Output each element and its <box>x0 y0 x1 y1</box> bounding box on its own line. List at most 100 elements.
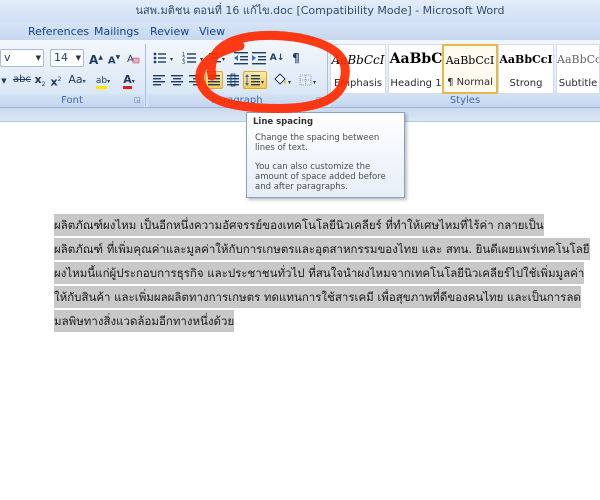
font-dialog-launcher-icon[interactable]: ◲ <box>134 96 142 104</box>
svg-text:▾: ▾ <box>200 56 203 63</box>
borders-button[interactable]: ▾ <box>297 71 321 89</box>
style-normal[interactable]: AaBbCcI ¶ Normal <box>442 44 498 94</box>
line-text: ผลิตภัณฑ์ผงไหม เป็นอีกหนึ่งความอัศจรรย์ข… <box>54 214 544 236</box>
strikethrough-button[interactable]: abc <box>12 71 32 89</box>
word-window: นสพ.มติชน ตอนที่ 16 แก้ไข.doc [Compatibi… <box>0 0 600 500</box>
style-sample: AaBbC <box>389 51 443 67</box>
line-text: ผงไหมนี้แก่ผู้ประกอบการธุรกิจ และประชาชน… <box>54 262 585 284</box>
font-color-button[interactable]: A▾ <box>117 71 141 89</box>
style-emphasis[interactable]: AaBbCcI Emphasis <box>330 44 386 94</box>
style-subtitle[interactable]: AaBbCcI Subtitle <box>556 44 600 94</box>
clear-formatting-icon: A <box>127 54 140 65</box>
style-sample: AaBbCcI <box>331 53 385 67</box>
numbering-icon: 1 2 3 ▾ <box>182 52 203 65</box>
subscript-button[interactable]: x2 <box>33 71 47 89</box>
tab-view[interactable]: View <box>199 24 225 40</box>
svg-text:▾: ▾ <box>261 79 264 86</box>
tooltip-title: Line spacing <box>253 117 314 127</box>
paragraph-line: มลพิษทางสิ่งแวดล้อมอีกทางหนึ่งด้วย <box>54 309 600 333</box>
tooltip-text: Change the spacing between lines of text… <box>255 133 380 153</box>
distributed-button[interactable] <box>224 71 242 89</box>
chevron-down-icon: ▼ <box>1 77 7 85</box>
tab-references[interactable]: References <box>28 24 89 40</box>
change-case-icon: Aa <box>68 73 83 86</box>
clear-formatting-button[interactable]: A <box>124 49 140 67</box>
style-name: Emphasis <box>333 78 383 89</box>
style-sample: AaBbCcI <box>445 54 495 67</box>
justify-icon <box>208 75 220 86</box>
multilevel-list-button[interactable]: ▾ <box>206 49 228 67</box>
style-name: Subtitle <box>558 78 598 89</box>
style-name: Strong <box>509 78 543 89</box>
style-name: Heading 1 <box>390 78 442 89</box>
svg-text:▾: ▾ <box>313 79 316 86</box>
window-title: นสพ.มติชน ตอนที่ 16 แก้ไข.doc [Compatibi… <box>135 4 505 17</box>
borders-icon: ▾ <box>299 74 316 86</box>
increase-indent-button[interactable] <box>250 49 268 67</box>
svg-text:▾: ▾ <box>288 79 291 86</box>
align-left-button[interactable] <box>150 71 168 89</box>
line-text: ให้กับสินค้า และเพิ่มผลผลิตทางการเกษตร ท… <box>54 286 581 308</box>
superscript-button[interactable]: x2 <box>49 71 63 89</box>
grow-font-icon: A <box>89 53 99 67</box>
bullets-icon: ▾ <box>153 52 173 64</box>
paragraph-group-label: Paragraph <box>148 94 326 107</box>
multilevel-list-icon: ▾ <box>209 53 225 63</box>
title-bar: นสพ.มติชน ตอนที่ 16 แก้ไข.doc [Compatibi… <box>0 0 600 22</box>
paragraph-line: ผงไหมนี้แก่ผู้ประกอบการธุรกิจ และประชาชน… <box>54 261 600 285</box>
line-spacing-tooltip: Line spacing Change the spacing between … <box>246 112 405 198</box>
group-separator <box>327 44 328 106</box>
tooltip-text: You can also customize the amount of spa… <box>255 162 386 192</box>
shading-button[interactable]: ▾ <box>271 71 295 89</box>
style-sample: AaBbCcI <box>557 53 599 66</box>
chevron-down-icon[interactable]: ▼ <box>76 50 81 66</box>
change-case-button[interactable]: Aa▾ <box>66 71 88 89</box>
increase-indent-icon <box>252 52 266 65</box>
grow-font-button[interactable]: A▲ <box>88 49 104 67</box>
align-right-icon <box>189 75 201 86</box>
numbering-button[interactable]: 1 2 3 ▾ <box>180 49 208 67</box>
selected-paragraph[interactable]: ผลิตภัณฑ์ผงไหม เป็นอีกหนึ่งความอัศจรรย์ข… <box>54 213 600 333</box>
underline-dropdown[interactable]: ▼ <box>0 71 8 89</box>
tab-review[interactable]: Review <box>150 24 189 40</box>
sort-button[interactable]: A↓ <box>268 49 286 67</box>
align-left-icon <box>153 75 165 86</box>
decrease-indent-button[interactable] <box>232 49 250 67</box>
line-spacing-button[interactable]: ▾ <box>243 71 267 89</box>
svg-text:▾: ▾ <box>222 56 225 63</box>
font-name-combo[interactable]: v ▼ <box>0 49 44 67</box>
text-highlight-button[interactable]: ab▾ <box>92 71 114 89</box>
distributed-icon <box>227 73 239 87</box>
shrink-font-button[interactable]: A▼ <box>106 49 122 67</box>
font-size-combo[interactable]: 14 ▼ <box>50 49 84 67</box>
justify-button[interactable] <box>205 71 223 89</box>
align-center-button[interactable] <box>168 71 186 89</box>
strikethrough-icon: abc <box>13 74 31 85</box>
paragraph-line: ผลิตภัณฑ์ผงไหม เป็นอีกหนึ่งความอัศจรรย์ข… <box>54 213 600 237</box>
chevron-down-icon[interactable]: ▼ <box>36 50 41 66</box>
font-group-label: Font <box>0 94 144 107</box>
line-spacing-icon: ▾ <box>245 74 264 86</box>
tab-mailings[interactable]: Mailings <box>94 24 139 40</box>
superscript-icon: x <box>50 75 58 89</box>
align-right-button[interactable] <box>186 71 204 89</box>
group-separator <box>145 44 146 106</box>
font-size-value: 14 <box>54 51 68 64</box>
font-color-icon: A <box>123 73 132 89</box>
bullets-button[interactable]: ▾ <box>150 49 178 67</box>
paragraph-line: ให้กับสินค้า และเพิ่มผลผลิตทางการเกษตร ท… <box>54 285 600 309</box>
paragraph-line: ผลิตภัณฑ์ ที่เพิ่มคุณค่าและมูลค่าให้กับก… <box>54 237 600 261</box>
highlighter-icon: ab <box>95 76 108 89</box>
styles-group-label: Styles <box>330 94 600 107</box>
pilcrow-icon: ¶ <box>292 51 300 65</box>
align-center-icon <box>171 75 183 86</box>
paragraph-dialog-launcher-icon[interactable]: ◲ <box>316 96 324 104</box>
show-hide-marks-button[interactable]: ¶ <box>288 49 304 67</box>
style-sample: AaBbCcI <box>499 53 553 66</box>
font-name-value: v <box>4 51 11 64</box>
style-heading-1[interactable]: AaBbC Heading 1 <box>388 44 444 94</box>
shrink-font-icon: A <box>107 55 116 67</box>
paint-bucket-icon: ▾ <box>274 73 291 86</box>
svg-text:3: 3 <box>182 60 185 65</box>
style-strong[interactable]: AaBbCcI Strong <box>498 44 554 94</box>
